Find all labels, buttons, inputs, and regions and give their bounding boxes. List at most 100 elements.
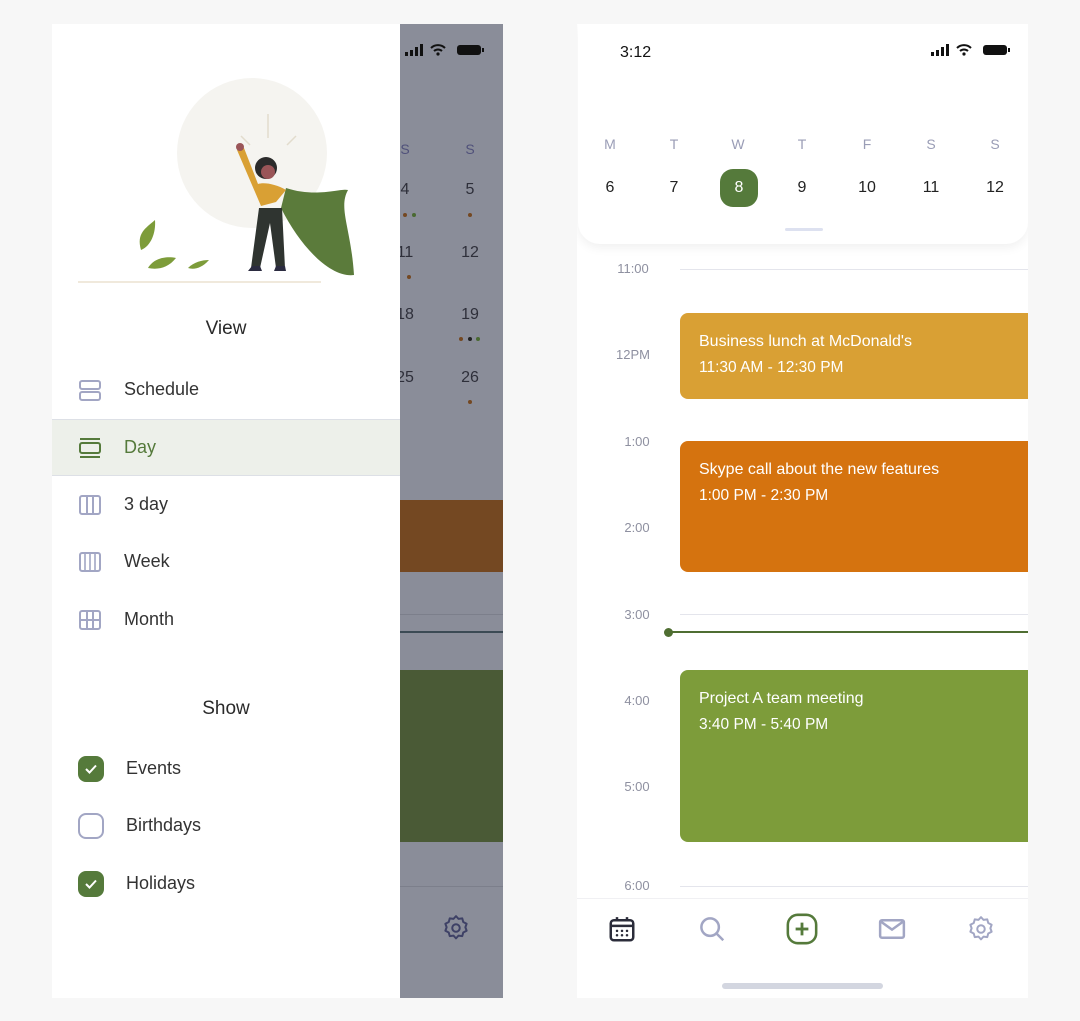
event-dot [468, 213, 472, 217]
bg-date: 26 [461, 369, 479, 386]
event-card[interactable]: Project A team meeting 3:40 PM - 5:40 PM [680, 670, 1028, 842]
check-icon [85, 879, 97, 889]
view-item-label: 3 day [124, 494, 169, 514]
selected-date-label: 8 [734, 179, 744, 196]
date-cell[interactable]: 12 [975, 179, 1015, 197]
event-card[interactable]: Business lunch at McDonald's 11:30 AM - … [680, 313, 1028, 399]
view-item-month[interactable]: Month [52, 591, 400, 648]
weekday-label: T [797, 136, 807, 152]
status-time: 3:12 [620, 44, 652, 61]
view-section-title: View [205, 318, 247, 339]
bg-date: 19 [461, 306, 479, 323]
view-item-label: Day [124, 437, 157, 457]
bg-hour-line [400, 614, 503, 615]
month-icon [79, 609, 101, 630]
hour-label: 12PM [616, 347, 650, 362]
superhero-illustration [78, 78, 354, 283]
status-bar-icons [931, 44, 1010, 56]
view-item-week[interactable]: Week [52, 533, 400, 590]
add-icon[interactable] [785, 912, 819, 946]
header-drag-handle[interactable] [785, 228, 823, 231]
date-cell[interactable]: 11 [911, 179, 951, 197]
selected-date[interactable]: 8 [720, 169, 758, 207]
drawer-screen: S S 4 5 11 12 18 19 25 26 View Schedule … [52, 24, 503, 998]
show-item-label: Holidays [126, 873, 196, 893]
event-title: Business lunch at McDonald's [699, 333, 912, 350]
hour-line [680, 886, 1028, 887]
day-view-icon [79, 437, 101, 458]
event-title: Skype call about the new features [699, 461, 940, 478]
hour-label: 6:00 [624, 878, 650, 893]
event-dot [407, 275, 411, 279]
bg-date: 12 [461, 244, 479, 261]
weekday-label: W [731, 136, 745, 152]
event-dot [412, 213, 416, 217]
home-indicator [722, 983, 883, 989]
bg-event-block [400, 670, 503, 842]
date-cell[interactable]: 6 [590, 179, 630, 197]
weekday-label: S [926, 136, 936, 152]
weekday-label: F [862, 136, 872, 152]
view-item-schedule[interactable]: Schedule [52, 361, 400, 418]
hour-label: 2:00 [624, 520, 650, 535]
view-item-day[interactable]: Day [52, 419, 400, 476]
bg-day-header: S [465, 141, 475, 157]
event-title: Project A team meeting [699, 690, 864, 707]
three-day-icon [79, 494, 101, 515]
date-cell[interactable]: 7 [654, 179, 694, 197]
birthdays-checkbox[interactable] [78, 812, 104, 839]
event-dot [459, 337, 463, 341]
search-icon[interactable] [697, 914, 727, 944]
bg-hour-line [400, 886, 503, 887]
weekday-label: M [604, 136, 616, 152]
holidays-checkbox[interactable] [78, 870, 104, 897]
show-item-holidays[interactable]: Holidays [52, 855, 400, 912]
date-cell[interactable]: 10 [847, 179, 887, 197]
bg-calendar-card [400, 24, 503, 500]
show-item-birthdays[interactable]: Birthdays [52, 797, 400, 854]
hour-label: 1:00 [624, 434, 650, 449]
event-time: 3:40 PM - 5:40 PM [699, 716, 829, 733]
hour-label: 3:00 [624, 607, 650, 622]
event-dot [468, 337, 472, 341]
date-cell[interactable]: 9 [782, 179, 822, 197]
calendar-icon[interactable] [607, 914, 637, 944]
weekday-label: S [990, 136, 1000, 152]
bg-gear-icon [444, 915, 468, 940]
bg-now-line [400, 631, 503, 633]
show-item-label: Events [126, 758, 182, 778]
hour-label: 4:00 [624, 693, 650, 708]
week-header: 3:12 M T W T F S S 6 7 8 9 10 11 12 [578, 24, 1028, 244]
events-checkbox[interactable] [78, 755, 104, 782]
bg-event-block [400, 500, 503, 572]
hour-line [680, 269, 1028, 270]
week-icon [79, 551, 101, 572]
view-item-label: Month [124, 609, 175, 629]
weekday-label: T [669, 136, 679, 152]
show-section-title: Show [202, 698, 250, 719]
hour-label: 5:00 [624, 779, 650, 794]
event-time: 11:30 AM - 12:30 PM [699, 359, 844, 376]
hour-line [680, 614, 1028, 615]
view-item-3day[interactable]: 3 day [52, 476, 400, 533]
event-card[interactable]: Skype call about the new features 1:00 P… [680, 441, 1028, 572]
hour-label: 11:00 [617, 261, 649, 276]
current-time-line [668, 631, 1028, 633]
current-time-dot [664, 628, 673, 637]
event-dot [403, 213, 407, 217]
check-icon [85, 764, 97, 774]
day-view-screen: 3:12 M T W T F S S 6 7 8 9 10 11 12 11:0… [577, 24, 1028, 998]
gear-icon[interactable] [966, 914, 996, 944]
show-item-label: Birthdays [126, 815, 202, 835]
event-time: 1:00 PM - 2:30 PM [699, 487, 829, 504]
view-drawer: View Schedule Day 3 day Week Month Show … [52, 24, 400, 998]
view-item-label: Week [124, 551, 170, 571]
show-item-events[interactable]: Events [52, 740, 400, 797]
schedule-icon [79, 379, 101, 401]
bottom-nav [577, 898, 1028, 998]
event-dot [476, 337, 480, 341]
view-item-label: Schedule [124, 379, 200, 399]
mail-icon[interactable] [877, 914, 907, 944]
bg-date: 5 [465, 181, 475, 198]
event-dot [468, 400, 472, 404]
